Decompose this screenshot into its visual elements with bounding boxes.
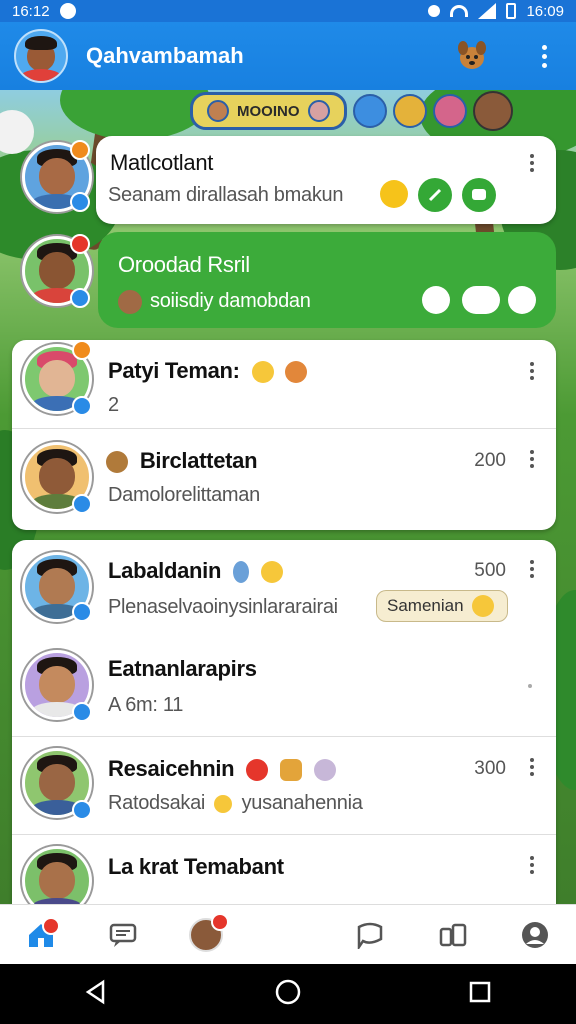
chat-name: Matlcotlant <box>110 150 214 175</box>
app-title: Qahvambamah <box>86 43 244 68</box>
chat-options-icon[interactable] <box>530 856 534 874</box>
monkey-emoji-icon <box>106 451 128 474</box>
verified-icon <box>72 494 92 514</box>
notification-badge <box>42 916 61 935</box>
chat-item[interactable]: Eatnanlarapirs A 6m: 11 <box>12 638 556 736</box>
heart-emoji-icon <box>246 759 269 782</box>
chat-group: Patyi Teman: 2 Birclattetan Damolorelitt… <box>12 340 556 530</box>
verified-icon <box>72 396 92 416</box>
cup-emoji-icon <box>279 759 302 782</box>
chat-item[interactable]: Oroodad Rsril soiisdiy damobdan <box>0 232 576 332</box>
ghost-emoji-icon <box>313 759 336 782</box>
contacts-icon[interactable] <box>428 913 478 957</box>
chat-name: Labaldanin <box>108 558 283 584</box>
chat-item[interactable]: Patyi Teman: 2 <box>12 340 556 430</box>
verified-icon <box>72 800 92 820</box>
sun-emoji-icon <box>380 180 408 208</box>
dog-mascot-icon[interactable] <box>454 38 490 74</box>
overflow-menu-icon[interactable] <box>526 38 562 74</box>
chat-options-icon[interactable] <box>530 758 534 776</box>
profile-photo[interactable] <box>181 912 231 957</box>
more-icon[interactable] <box>462 286 500 314</box>
status-badge <box>70 140 90 160</box>
emoji-icon[interactable] <box>508 286 536 314</box>
recents-icon[interactable] <box>467 979 493 1010</box>
status-badge <box>72 340 92 360</box>
story-avatar[interactable] <box>352 94 387 128</box>
attach-icon[interactable] <box>418 178 452 212</box>
chat-preview: Plenaselvaoinysinlararairai <box>108 596 338 618</box>
reaction-chip[interactable]: Samenian <box>376 590 508 622</box>
chat-time: 500 <box>474 560 506 581</box>
chat-preview: Seanam dirallasah bmakun <box>108 184 344 206</box>
story-avatar[interactable] <box>392 94 427 128</box>
home-button-icon[interactable] <box>274 978 302 1011</box>
status-badge <box>70 234 90 254</box>
chat-options-icon[interactable] <box>530 450 534 468</box>
chat-group: Labaldanin Plenaselvaoinysinlararairai S… <box>12 540 556 916</box>
person-emoji-icon <box>232 561 249 584</box>
system-navigation-bar <box>0 964 576 1024</box>
status-time-left: 16:12 <box>12 2 50 20</box>
verified-icon <box>70 192 90 212</box>
verified-icon <box>72 702 92 722</box>
story-pill-label: MOOINO <box>237 102 300 120</box>
notification-badge <box>210 912 229 931</box>
story-pill[interactable]: MOOINO <box>190 92 347 130</box>
dragon-emoji-icon <box>285 361 308 384</box>
smiley-emoji-icon <box>251 361 274 384</box>
chat-options-icon[interactable] <box>530 362 534 380</box>
chat-preview: 2 <box>108 394 119 416</box>
sync-icon <box>59 3 76 19</box>
chat-bubble-icon[interactable] <box>345 913 395 957</box>
chat-preview: A 6m: 11 <box>108 694 184 716</box>
user-avatar[interactable] <box>14 29 68 83</box>
app-bar: Qahvambamah <box>0 22 576 90</box>
chat-options-icon[interactable] <box>528 684 532 688</box>
chat-name: Resaicehnin <box>108 756 336 782</box>
link-icon[interactable] <box>422 286 450 314</box>
chat-name: La krat Temabant <box>108 854 284 879</box>
chat-preview: soiisdiy damobdan <box>150 290 311 312</box>
chat-name: Patyi Teman: <box>108 358 308 384</box>
story-avatar[interactable] <box>432 94 467 128</box>
back-icon[interactable] <box>83 979 109 1010</box>
chat-name: Eatnanlarapirs <box>108 656 257 681</box>
status-bar: 16:12 16:09 <box>0 0 576 22</box>
chat-item[interactable]: Matlcotlant Seanam dirallasah bmakun <box>0 136 576 226</box>
battery-icon <box>506 3 517 19</box>
chat-preview: Ratodsakai yusanahennia <box>108 792 363 814</box>
chat-item[interactable]: Resaicehnin Ratodsakai yusanahennia 300 <box>12 738 556 834</box>
grin-emoji-icon <box>260 561 283 584</box>
chat-item[interactable]: Labaldanin Plenaselvaoinysinlararairai S… <box>12 540 556 638</box>
chat-list-icon[interactable] <box>98 913 148 957</box>
home-icon[interactable] <box>16 913 66 957</box>
verified-icon <box>72 602 92 622</box>
bottom-nav <box>0 904 576 964</box>
story-avatar[interactable] <box>472 91 513 131</box>
chat-item[interactable]: Birclattetan Damolorelittaman 200 <box>12 430 556 526</box>
chat-options-icon[interactable] <box>530 560 534 578</box>
verified-icon <box>70 288 90 308</box>
wifi-icon <box>450 5 469 17</box>
location-icon <box>428 5 441 17</box>
chat-name: Birclattetan <box>106 448 258 474</box>
story-strip[interactable]: MOOINO <box>190 91 513 131</box>
chat-time: 200 <box>474 450 506 471</box>
chat-time: 300 <box>474 758 506 779</box>
chat-name: Oroodad Rsril <box>118 252 250 277</box>
chat-item[interactable]: La krat Temabant <box>12 836 556 916</box>
chat-preview: Damolorelittaman <box>108 484 260 506</box>
message-icon[interactable] <box>462 178 496 212</box>
chat-options-icon[interactable] <box>530 154 534 172</box>
status-time-right: 16:09 <box>526 2 564 20</box>
signal-icon <box>478 3 497 19</box>
account-icon[interactable] <box>510 913 560 957</box>
